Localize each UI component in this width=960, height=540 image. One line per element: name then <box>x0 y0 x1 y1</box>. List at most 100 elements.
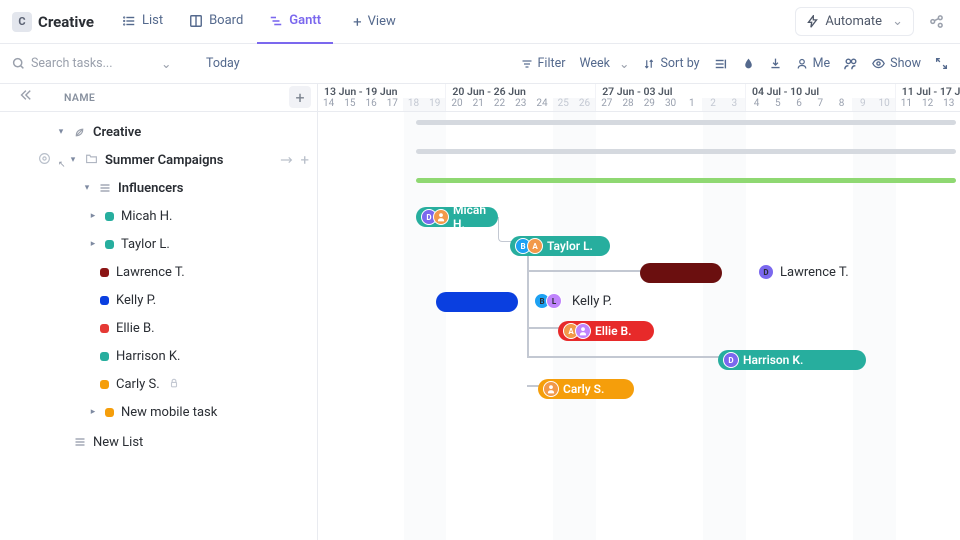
day-cell: 15 <box>339 98 360 111</box>
leaf-icon <box>73 126 86 139</box>
day-cell: 11 <box>896 98 917 111</box>
add-column-button[interactable]: + <box>289 86 311 108</box>
gantt-label-lawrence[interactable]: D Lawrence T. <box>758 264 849 280</box>
assignees-icon[interactable] <box>844 57 858 71</box>
arrow-right-icon[interactable] <box>280 155 294 165</box>
share-icon[interactable] <box>924 10 948 34</box>
tab-board[interactable]: Board <box>177 0 255 44</box>
add-task-button[interactable]: + <box>300 151 309 169</box>
automate-label: Automate <box>825 14 882 29</box>
new-list-row[interactable]: New List <box>0 428 317 456</box>
week-dropdown[interactable]: Week⌄ <box>579 56 629 72</box>
sort-icon <box>643 58 655 70</box>
caret-icon: ▸ <box>88 407 98 417</box>
day-cell: 3 <box>724 98 745 111</box>
bar-label: Kelly P. <box>572 294 612 309</box>
gantt-bar-kelly[interactable] <box>436 292 518 312</box>
reschedule-icon[interactable] <box>714 57 728 71</box>
task-label: Harrison K. <box>116 349 180 364</box>
task-row[interactable]: ▸ Micah H. <box>0 202 317 230</box>
task-row[interactable]: ▸ Taylor L. <box>0 230 317 258</box>
day-cell: 30 <box>660 98 681 111</box>
gantt-bar-carly[interactable]: Carly S. <box>538 379 634 399</box>
automate-button[interactable]: Automate ⌄ <box>795 7 914 36</box>
export-icon[interactable] <box>769 57 782 70</box>
week-label: 04 Jul - 10 Jul <box>746 84 895 98</box>
new-list-label: New List <box>93 435 143 450</box>
add-view-label: View <box>368 14 396 29</box>
task-label: Taylor L. <box>121 237 170 252</box>
chevron-down-icon: ⌄ <box>892 14 903 29</box>
day-cell: 7 <box>810 98 831 111</box>
avatar: A <box>527 238 543 254</box>
dependency-line <box>527 246 529 356</box>
tab-board-label: Board <box>209 13 243 28</box>
today-button[interactable]: Today <box>206 56 240 71</box>
status-dot <box>100 324 109 333</box>
search-input[interactable] <box>31 56 151 71</box>
filter-button[interactable]: Filter <box>521 56 566 71</box>
list-row[interactable]: ▾ Influencers <box>0 174 317 202</box>
task-row[interactable]: Carly S. <box>0 370 317 398</box>
day-cell: 5 <box>767 98 788 111</box>
day-cell: 14 <box>318 98 339 111</box>
summary-bar-summer[interactable] <box>416 149 956 154</box>
search-box[interactable]: ⌄ <box>12 56 192 72</box>
weekend-column <box>425 112 446 540</box>
gantt-bar-lawrence[interactable] <box>640 263 722 283</box>
expand-icon[interactable] <box>935 57 948 70</box>
show-button[interactable]: Show <box>872 56 921 71</box>
chevron-down-icon[interactable]: ⌄ <box>161 56 171 72</box>
color-icon[interactable] <box>742 57 755 70</box>
week-label: 13 Jun - 19 Jun <box>318 84 445 98</box>
list-label: Influencers <box>118 181 183 196</box>
day-cell: 20 <box>446 98 467 111</box>
lock-icon <box>169 377 179 392</box>
day-cell: 4 <box>746 98 767 111</box>
avatar <box>433 209 449 225</box>
gantt-bar-harrison[interactable]: DHarrison K. <box>718 350 866 370</box>
summary-bar-influencers[interactable] <box>416 178 956 183</box>
status-dot <box>105 240 114 249</box>
search-icon <box>12 57 25 70</box>
task-row[interactable]: Lawrence T. <box>0 258 317 286</box>
gantt-bar-micah[interactable]: DMicah H. <box>416 207 498 227</box>
list-icon <box>122 14 136 28</box>
task-label: Micah H. <box>121 209 172 224</box>
day-cell: 29 <box>639 98 660 111</box>
gantt-bar-taylor[interactable]: BATaylor L. <box>510 236 610 256</box>
caret-icon: ▾ <box>82 183 92 193</box>
avatar <box>543 381 559 397</box>
summary-bar-creative[interactable] <box>416 120 956 125</box>
folder-row[interactable]: ▾ Summer Campaigns + <box>0 146 317 174</box>
task-row[interactable]: Harrison K. <box>0 342 317 370</box>
gantt-label-kelly[interactable]: BLKelly P. <box>534 293 612 309</box>
task-label: New mobile task <box>121 405 217 420</box>
bar-label: Lawrence T. <box>780 265 849 280</box>
tab-gantt[interactable]: Gantt <box>257 0 333 44</box>
bar-label: Micah H. <box>453 203 488 231</box>
week-label: 11 Jul - 17 J <box>896 84 960 98</box>
task-row[interactable]: ▸ New mobile task <box>0 398 317 426</box>
filter-icon <box>521 58 533 70</box>
task-row[interactable]: Ellie B. <box>0 314 317 342</box>
collapse-sidebar-icon[interactable] <box>18 88 32 102</box>
avatar: D <box>758 264 774 280</box>
gantt-icon <box>269 14 283 28</box>
space-badge: C <box>12 12 32 32</box>
gantt-bar-ellie[interactable]: AEllie B. <box>558 321 654 341</box>
caret-icon: ▾ <box>68 155 78 165</box>
bar-label: Ellie B. <box>595 324 632 338</box>
me-button[interactable]: Me <box>796 56 831 71</box>
tab-list-label: List <box>142 13 163 28</box>
bar-label: Taylor L. <box>547 239 593 253</box>
day-cell: 1 <box>681 98 702 111</box>
day-cell: 26 <box>574 98 595 111</box>
task-row[interactable]: Kelly P. <box>0 286 317 314</box>
tab-list[interactable]: List <box>110 0 175 44</box>
folder-label: Summer Campaigns <box>105 153 223 168</box>
add-view-button[interactable]: +View <box>341 13 408 31</box>
sortby-button[interactable]: Sort by <box>643 56 699 71</box>
space-row[interactable]: ▾ Creative <box>0 118 317 146</box>
day-cell: 19 <box>424 98 445 111</box>
